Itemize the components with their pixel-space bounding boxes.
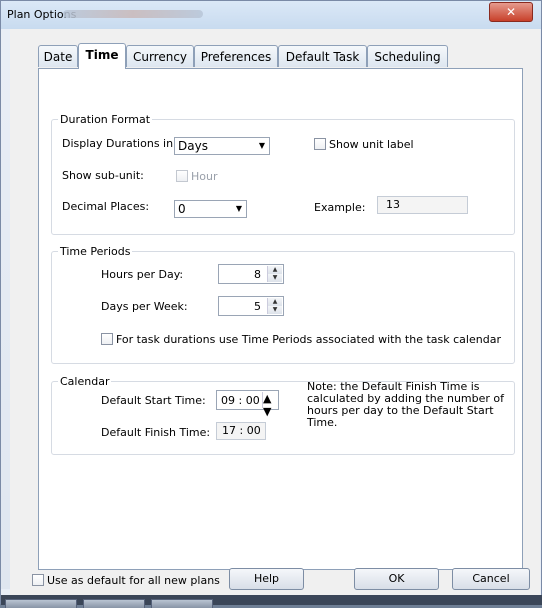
close-icon: ✕	[505, 5, 517, 19]
default-finish-time-field: 17 : 00	[216, 422, 266, 440]
ok-button[interactable]: OK	[354, 568, 439, 590]
example-value-field: 13	[377, 196, 468, 214]
tab-time[interactable]: Time	[78, 43, 126, 69]
sub-unit-hour-text: Hour	[191, 170, 218, 183]
decimal-places-value: 0	[178, 202, 186, 216]
default-start-time-value: 09 : 00	[221, 394, 260, 407]
chevron-down-icon: ▼	[235, 204, 242, 213]
tab-default-task[interactable]: Default Task	[278, 45, 367, 67]
window-left-border	[1, 29, 10, 589]
days-per-week-stepper[interactable]: 5 ▲ ▼	[218, 296, 284, 316]
display-durations-select[interactable]: Days ▼	[174, 137, 270, 155]
days-per-week-value: 5	[254, 300, 261, 313]
hours-per-day-stepper[interactable]: 8 ▲ ▼	[218, 264, 284, 284]
tab-date[interactable]: Date	[38, 45, 78, 67]
tab-preferences[interactable]: Preferences	[194, 45, 278, 67]
blurred-title-path	[63, 10, 203, 18]
default-all-plans-checkbox[interactable]	[32, 574, 44, 586]
default-all-plans-text: Use as default for all new plans	[47, 574, 220, 587]
hours-per-day-value: 8	[254, 268, 261, 281]
spin-up-icon[interactable]: ▲	[268, 266, 282, 274]
tab-currency[interactable]: Currency	[126, 45, 194, 67]
hours-per-day-label: Hours per Day:	[101, 268, 184, 281]
calendar-title: Calendar	[60, 375, 110, 388]
spin-down-icon[interactable]: ▼	[263, 405, 277, 418]
spin-up-icon[interactable]: ▲	[268, 298, 282, 306]
time-tab-panel: Duration Format Display Durations in: Da…	[38, 68, 523, 570]
decimal-places-select[interactable]: 0 ▼	[174, 200, 247, 218]
sub-unit-hour-checkbox[interactable]	[176, 170, 188, 182]
chevron-down-icon: ▼	[258, 141, 265, 150]
time-periods-title: Time Periods	[60, 245, 131, 258]
dialog-client-area: Date Time Currency Preferences Default T…	[10, 29, 540, 603]
display-durations-label: Display Durations in:	[62, 137, 177, 150]
show-unit-label-checkbox[interactable]	[314, 138, 326, 150]
spin-up-icon[interactable]: ▲	[263, 392, 277, 405]
task-calendar-text: For task durations use Time Periods asso…	[116, 333, 501, 346]
duration-format-title: Duration Format	[60, 113, 151, 126]
default-start-time-label: Default Start Time:	[101, 394, 206, 407]
note-line: Time.	[307, 416, 338, 429]
default-finish-time-label: Default Finish Time:	[101, 426, 211, 439]
example-label: Example:	[314, 201, 366, 214]
show-sub-unit-label: Show sub-unit:	[62, 169, 144, 182]
finish-time-note: Note: the Default Finish Time is calcula…	[307, 381, 504, 429]
days-per-week-label: Days per Week:	[101, 300, 188, 313]
task-calendar-checkbox[interactable]	[101, 333, 113, 345]
tab-scheduling[interactable]: Scheduling	[367, 45, 448, 67]
decimal-places-label: Decimal Places:	[62, 200, 150, 213]
help-button[interactable]: Help	[229, 568, 304, 590]
plan-options-dialog: Plan Options ✕ Date Time Currency Prefer…	[0, 0, 542, 608]
cancel-button[interactable]: Cancel	[452, 568, 530, 590]
close-button[interactable]: ✕	[489, 2, 533, 22]
spin-down-icon[interactable]: ▼	[268, 274, 282, 282]
title-bar: Plan Options ✕	[1, 1, 541, 29]
show-unit-label-text: Show unit label	[329, 138, 414, 151]
default-start-time-input[interactable]: 09 : 00 ▲ ▼	[216, 390, 279, 418]
display-durations-value: Days	[178, 139, 208, 153]
spin-down-icon[interactable]: ▼	[268, 306, 282, 314]
